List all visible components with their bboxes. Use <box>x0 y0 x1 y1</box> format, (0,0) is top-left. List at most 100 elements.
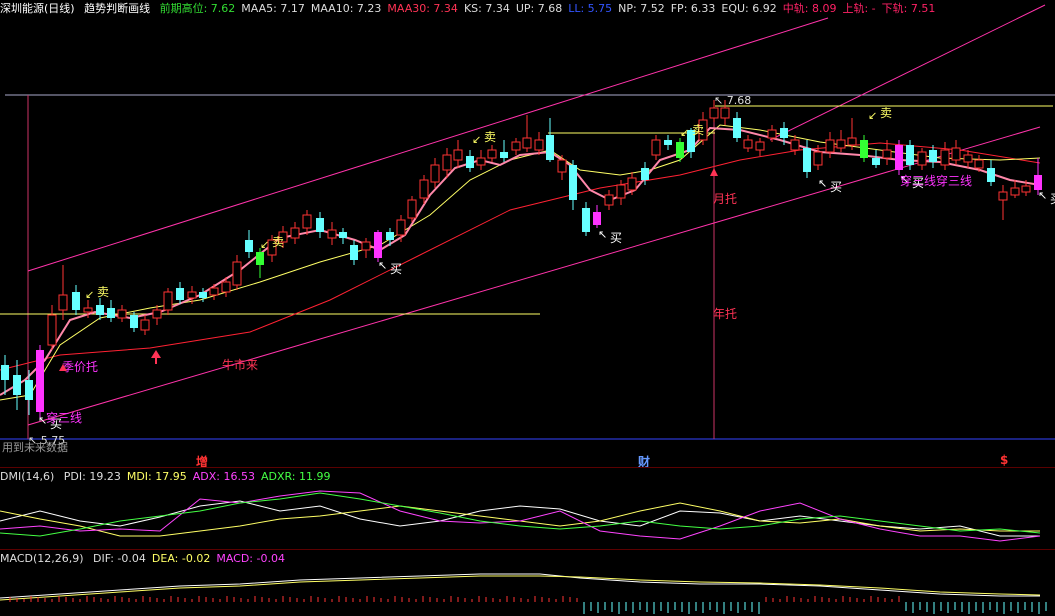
channel-upper-2 <box>769 4 1046 141</box>
candle-body <box>709 107 719 119</box>
price-chart[interactable]: ↙卖↙卖↙卖↙卖↙卖↖买↖买↖买↖买↖买↖买↖ 7.68↖ 5.75月托年托牛市… <box>0 0 1055 470</box>
candle-body <box>906 145 914 165</box>
candle-body <box>302 214 312 229</box>
candle-body <box>83 307 93 313</box>
month-support-label: 月托 <box>713 192 737 206</box>
candle-body <box>1034 175 1042 190</box>
candle-body <box>836 139 846 149</box>
bull-arrow <box>151 350 161 358</box>
candle-body <box>755 141 765 151</box>
candle-body <box>386 232 394 240</box>
candle-body <box>860 140 868 158</box>
sell-label: 卖 <box>272 235 284 249</box>
macd-header: MACD(12,26,9) DIF: -0.04 DEA: -0.02 MACD: … <box>0 551 297 567</box>
candle-body <box>407 199 417 219</box>
sell-arrow: ↙ <box>472 133 481 146</box>
buy-label: 买 <box>610 231 622 245</box>
candle-body <box>929 150 937 162</box>
candle-body <box>58 294 68 311</box>
candle-body <box>1021 185 1031 193</box>
candle-body <box>107 308 115 318</box>
cross-three-label: 穿三线 <box>900 173 936 188</box>
candle-body <box>557 159 567 173</box>
candle-body <box>361 241 371 251</box>
candle-body <box>534 139 544 151</box>
channel-lower <box>27 126 1041 426</box>
sell-label: 卖 <box>692 123 704 137</box>
macd-item: DEA: -0.02 <box>151 552 211 565</box>
candle-body <box>442 154 452 171</box>
candle-body <box>36 350 44 412</box>
sell-label: 卖 <box>484 130 496 144</box>
candle-body <box>232 261 242 286</box>
buy-arrow: ↖ <box>598 228 607 241</box>
candle-body <box>522 137 532 149</box>
buy-label: 买 <box>390 262 402 276</box>
dmi-chart[interactable] <box>0 481 1055 551</box>
buy-label: 买 <box>830 180 842 194</box>
candle-body <box>487 149 497 159</box>
sell-label: 卖 <box>97 285 109 299</box>
candle-body <box>720 107 730 119</box>
candle-body <box>569 165 577 200</box>
candle-body <box>117 309 127 319</box>
macd-title[interactable]: MACD(12,26,9) <box>0 552 84 565</box>
candle-body <box>664 140 672 145</box>
sell-arrow: ↙ <box>680 126 689 139</box>
candle-body <box>72 292 80 310</box>
month-support-arrow <box>710 168 718 176</box>
sell-arrow: ↙ <box>868 109 877 122</box>
candle-body <box>13 375 21 395</box>
candle-body <box>176 288 184 300</box>
candle-body <box>256 252 264 265</box>
candle-body <box>130 315 138 328</box>
season-support-label: 季价托 <box>62 360 98 374</box>
candle-body <box>917 151 927 166</box>
candle-body <box>963 154 973 163</box>
candle-body <box>47 314 57 346</box>
cross-three-label: 穿三线 <box>46 410 82 425</box>
candle-body <box>604 194 614 206</box>
candle-body <box>641 168 649 180</box>
candle-body <box>25 380 33 400</box>
candle-body <box>339 232 347 238</box>
cross-three-label: 穿三线 <box>936 173 972 188</box>
candle-body <box>546 135 554 160</box>
future-data-note: 用到未来数据 <box>2 441 68 454</box>
candle-body <box>466 156 474 168</box>
candle-body <box>872 158 880 165</box>
dif-line <box>0 573 1040 599</box>
candle-body <box>627 177 637 191</box>
candle-body <box>616 184 626 199</box>
candle-body <box>350 245 358 260</box>
candle-body <box>743 139 753 149</box>
macd-values: DIF: -0.04 DEA: -0.02 MACD: -0.04 <box>93 552 291 565</box>
candle-body <box>767 129 777 139</box>
ma30-line <box>0 142 1041 371</box>
candle-body <box>419 179 429 199</box>
sell-label: 卖 <box>880 106 892 120</box>
high-price-label: ↖ 7.68 <box>714 94 751 107</box>
buy-arrow: ↖ <box>378 259 387 272</box>
candle-body <box>511 141 521 151</box>
candle-body <box>290 227 300 239</box>
candle-body <box>951 147 961 161</box>
panel-separator <box>0 549 1055 550</box>
panel-separator <box>0 467 1055 468</box>
candle-body <box>813 151 823 166</box>
candle-body <box>651 139 661 156</box>
candle-body <box>245 240 253 252</box>
candle-body <box>327 229 337 239</box>
candle-body <box>847 137 857 146</box>
candle-body <box>316 218 324 232</box>
macd-item: MACD: -0.04 <box>216 552 285 565</box>
candle-body <box>476 157 486 166</box>
candle-body <box>974 159 984 169</box>
candle-body <box>152 309 162 319</box>
macd-chart[interactable] <box>0 566 1055 614</box>
year-support-label: 年托 <box>713 307 737 321</box>
candle-body <box>1 365 9 380</box>
sell-arrow: ↙ <box>85 288 94 301</box>
candle-body <box>500 152 508 158</box>
candle-body <box>396 219 406 236</box>
